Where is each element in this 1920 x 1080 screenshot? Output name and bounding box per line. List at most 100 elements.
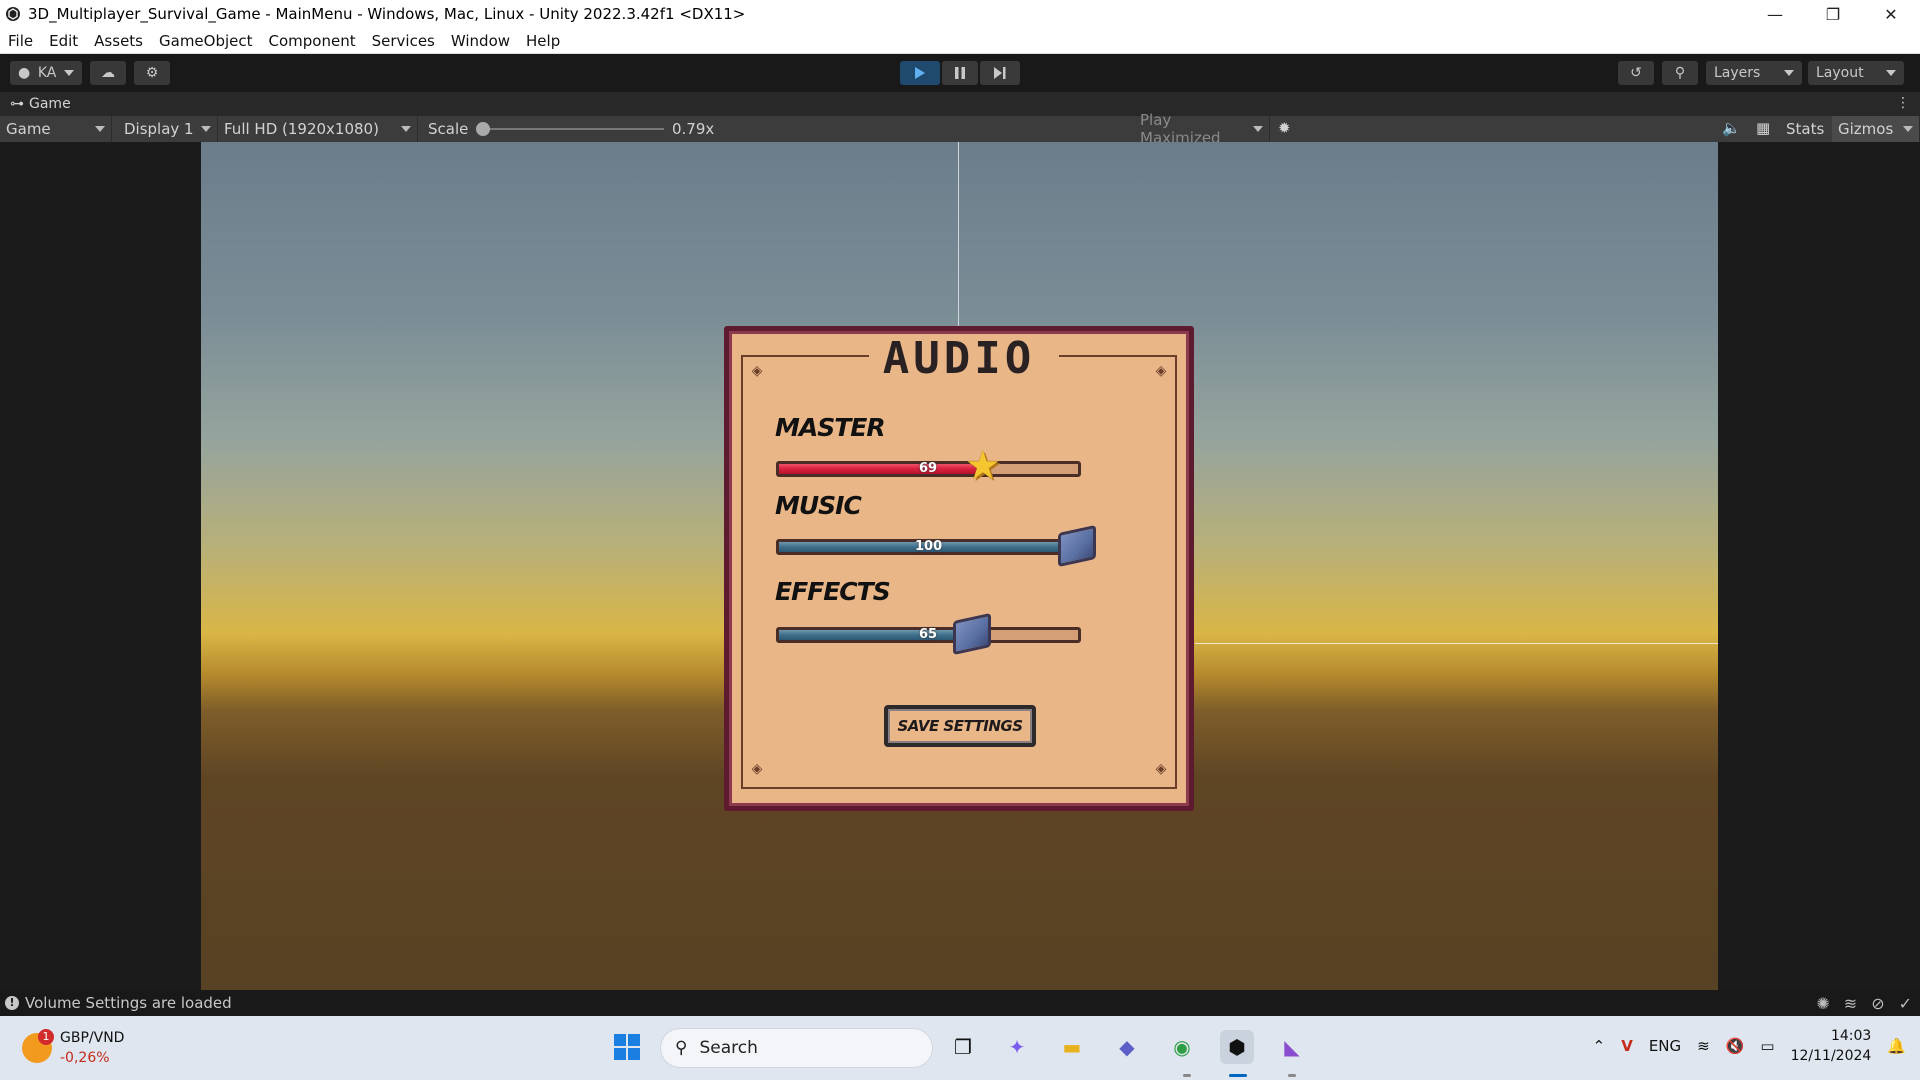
panel-title: AUDIO [882,333,1036,384]
status-icons: ✺ ≋ ⊘ ✓ [1816,994,1912,1013]
stock-widget[interactable]: 1 GBP/VND -0,26% [22,1028,124,1068]
gizmos-dropdown[interactable]: Gizmos [1832,116,1920,142]
gear-icon: ⚙ [145,65,159,81]
menu-component[interactable]: Component [261,32,364,50]
search-button[interactable]: ⚲ [1662,61,1698,85]
clock-time: 14:03 [1830,1028,1872,1044]
visual-studio-icon[interactable]: ◣ [1275,1030,1309,1064]
star-knob-icon[interactable]: ★ [965,446,1007,488]
chevron-down-icon [201,126,211,132]
view-dropdown[interactable]: Game [0,116,112,142]
menu-assets[interactable]: Assets [86,32,151,50]
layers-label: Layers [1714,65,1761,81]
scale-slider-thumb[interactable] [476,122,490,136]
save-settings-button[interactable]: SAVE SETTINGS [884,705,1036,747]
chevron-down-icon [1903,126,1913,132]
unity-logo-icon [6,7,20,21]
scale-label: Scale [428,120,469,138]
menu-bar: File Edit Assets GameObject Component Se… [0,28,1920,54]
play-button[interactable] [900,61,940,85]
music-volume-slider[interactable]: 100 [776,524,1096,568]
file-explorer-icon[interactable]: ▬ [1055,1030,1089,1064]
chevron-up-icon[interactable]: ⌃ [1593,1037,1606,1055]
chevron-down-icon [95,126,105,132]
scale-value: 0.79x [672,120,715,138]
restore-button[interactable]: ❐ [1804,0,1862,28]
check-icon[interactable]: ✓ [1899,994,1912,1013]
language-indicator[interactable]: ENG [1649,1037,1681,1055]
resolution-dropdown[interactable]: Full HD (1920x1080) [218,116,418,142]
chrome-icon[interactable]: ◉ [1165,1030,1199,1064]
speaker-muted-icon[interactable]: 🔇 [1726,1037,1745,1055]
account-dropdown[interactable]: ● KA [10,61,82,85]
window-title: 3D_Multiplayer_Survival_Game - MainMenu … [28,5,746,23]
menu-edit[interactable]: Edit [41,32,86,50]
menu-file[interactable]: File [0,32,41,50]
more-options-icon[interactable]: ⋮ [1896,95,1910,111]
chevron-down-icon [1886,70,1896,76]
network-icon[interactable]: ⊘ [1871,994,1884,1013]
layers-dropdown[interactable]: Layers [1706,61,1802,85]
music-slider-value: 100 [915,539,943,554]
menu-services[interactable]: Services [364,32,443,50]
clock[interactable]: 14:03 12/11/2024 [1791,1026,1872,1066]
close-button[interactable]: ✕ [1862,0,1920,28]
minimize-button[interactable]: — [1746,0,1804,28]
search-icon: ⚲ [1674,65,1686,81]
display-dropdown[interactable]: Display 1 [118,116,218,142]
menu-help[interactable]: Help [518,32,568,50]
step-icon [994,67,1006,79]
gamepad-icon: ⊶ [10,96,24,112]
effects-label: EFFECTS [775,577,891,606]
chrome-running-indicator [1183,1074,1191,1077]
master-volume-slider[interactable]: 69 ★ [776,446,1081,486]
main-toolbar: ● KA ☁ ⚙ ↺ ⚲ Layers Layout [0,54,1920,92]
effects-volume-slider[interactable]: 65 [776,612,1081,656]
start-button[interactable] [610,1030,644,1064]
notification-bell-icon[interactable]: 🔔 [1887,1037,1906,1055]
view-label: Game [6,120,51,138]
master-label: MASTER [775,413,886,442]
search-icon: ⚲ [675,1038,688,1058]
status-bar: ! Volume Settings are loaded ✺ ≋ ⊘ ✓ [0,990,1920,1016]
menu-gameobject[interactable]: GameObject [151,32,261,50]
collab-button[interactable]: ⚙ [134,61,170,85]
copilot-icon[interactable]: ✦ [1000,1030,1034,1064]
unity-app-icon[interactable]: ⬢ [1220,1030,1254,1064]
debug-icon[interactable]: ✺ [1816,994,1829,1013]
antivirus-icon[interactable]: V [1621,1037,1633,1055]
panel-tab-row: ⊶ Game ⋮ [0,92,1920,116]
account-label: KA [37,65,57,81]
notification-badge: 1 [38,1029,54,1045]
bug-icon[interactable]: ✹ [1278,119,1291,137]
teams-icon[interactable]: ◆ [1110,1030,1144,1064]
unity-active-indicator [1229,1074,1247,1077]
windows-logo-icon [614,1034,640,1060]
tab-game-label: Game [29,96,71,112]
chevron-down-icon [63,70,74,76]
status-message[interactable]: Volume Settings are loaded [25,994,232,1012]
history-button[interactable]: ↺ [1618,61,1654,85]
master-slider-value: 69 [919,461,938,476]
stats-toggle[interactable]: Stats [1786,120,1824,138]
account-icon: ● [18,65,31,81]
pause-icon [955,67,965,79]
gizmos-label: Gizmos [1838,120,1894,138]
battery-icon[interactable]: ▭ [1760,1037,1774,1055]
pause-button[interactable] [942,61,978,85]
grid-icon[interactable]: ▦ [1756,119,1770,137]
scale-slider-track[interactable] [484,128,664,130]
play-mode-dropdown[interactable]: Play Maximized [1134,111,1270,147]
mute-audio-icon[interactable]: 🔈 [1722,119,1741,137]
taskbar-search-box[interactable]: ⚲ Search [660,1028,933,1068]
task-view-icon[interactable]: ❐ [946,1030,980,1064]
tab-game[interactable]: ⊶ Game [0,92,81,116]
menu-window[interactable]: Window [443,32,518,50]
vs-running-indicator [1288,1074,1296,1077]
wifi-icon[interactable]: ≋ [1697,1037,1710,1055]
cache-icon[interactable]: ≋ [1844,994,1857,1013]
step-button[interactable] [980,61,1020,85]
layout-dropdown[interactable]: Layout [1808,61,1904,85]
cloud-button[interactable]: ☁ [90,61,126,85]
layout-label: Layout [1816,65,1864,81]
